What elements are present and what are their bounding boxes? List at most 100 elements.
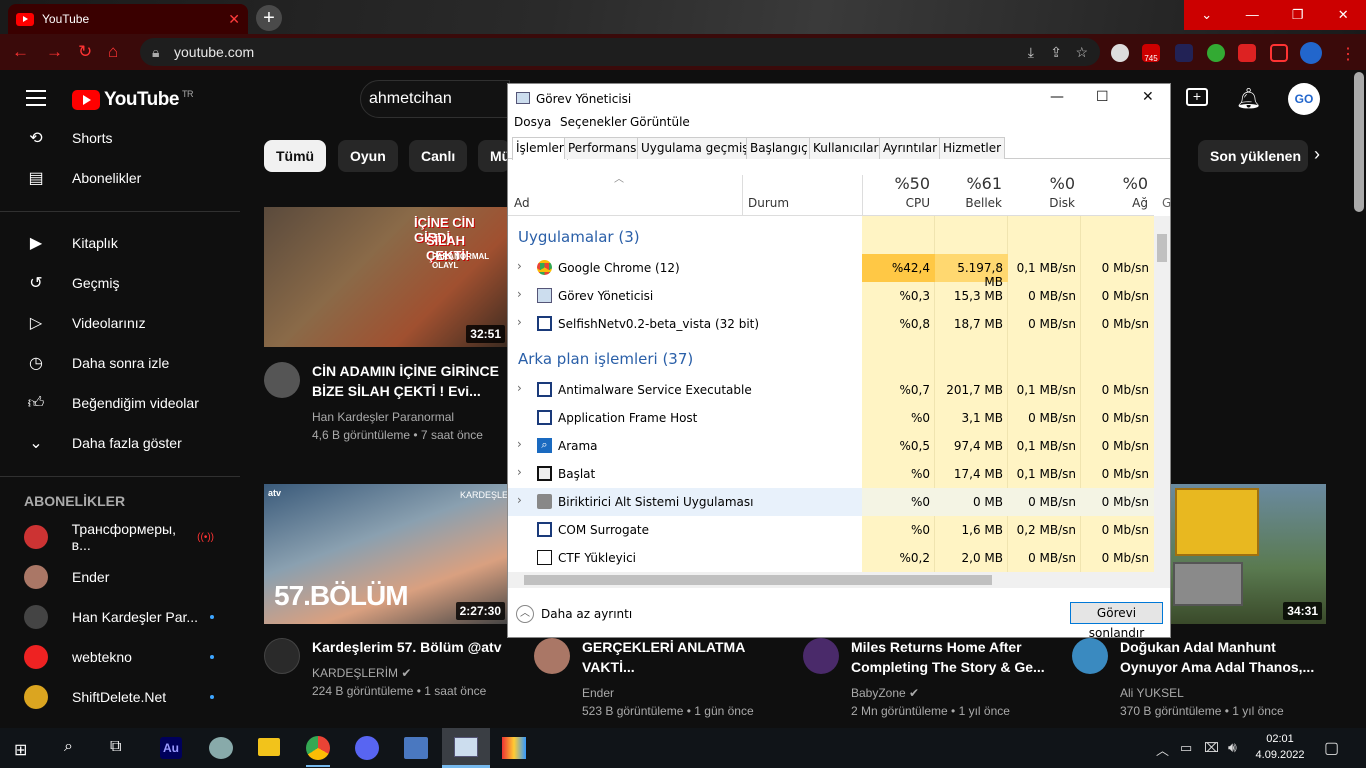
cpu-total[interactable]: %50	[866, 174, 930, 193]
channel-avatar[interactable]	[264, 638, 300, 674]
tab-users[interactable]: Kullanıcılar	[809, 137, 883, 159]
extension-ublock-icon[interactable]: 745	[1142, 44, 1160, 63]
extension-color-icon[interactable]	[1207, 44, 1225, 62]
sidebar-item-shorts[interactable]: ⟲ Shorts	[0, 118, 240, 158]
column-status[interactable]: Durum	[748, 196, 789, 210]
maximize-button[interactable]: ☐	[1096, 89, 1109, 105]
fewer-details-link[interactable]: Daha az ayrıntı	[541, 607, 632, 621]
tab-app-history[interactable]: Uygulama geçmişi	[637, 137, 756, 159]
menu-file[interactable]: Dosya	[514, 115, 551, 135]
extension-globe-icon[interactable]	[1111, 44, 1129, 62]
new-tab-button[interactable]: +	[256, 5, 282, 31]
collapse-details-icon[interactable]: ︿	[516, 605, 534, 623]
tab-processes[interactable]: İşlemler	[512, 137, 568, 160]
forward-icon[interactable]: →	[46, 42, 63, 62]
create-video-icon[interactable]: +	[1186, 88, 1208, 106]
home-icon[interactable]: ⌂	[108, 42, 118, 62]
close-tab-icon[interactable]: ✕	[228, 11, 240, 28]
chrome-taskbar-icon[interactable]	[306, 736, 330, 760]
expand-chevron-icon[interactable]: ›	[517, 465, 522, 479]
column-cpu[interactable]: CPU	[866, 196, 930, 210]
video-title-line2[interactable]: Oynuyor Ama Adal Thanos,...	[1120, 657, 1314, 677]
sidebar-item-liked[interactable]: 👍︎ Beğendiğim videolar	[0, 383, 240, 423]
youtube-logo[interactable]: YouTube TR	[72, 89, 193, 111]
close-button[interactable]: ✕	[1142, 89, 1154, 105]
show-hidden-icons[interactable]: ︿	[1156, 740, 1169, 759]
scrollbar-thumb[interactable]	[524, 575, 992, 585]
chip-recent[interactable]: Son yüklenen	[1198, 140, 1308, 172]
reload-icon[interactable]: ↻	[78, 42, 92, 62]
tab-services[interactable]: Hizmetler	[939, 137, 1006, 159]
video-title[interactable]: CİN ADAMIN İÇİNE GİRİNCE	[312, 361, 499, 381]
search-input[interactable]: ahmetcihan	[360, 80, 510, 118]
channel-avatar[interactable]	[534, 638, 570, 674]
windows-start-icon[interactable]: ⊞	[14, 740, 27, 760]
subscription-item[interactable]: Трансформеры, в... ((•))	[0, 517, 240, 557]
vertical-scrollbar[interactable]	[1154, 216, 1170, 572]
process-row[interactable]: Application Frame Host %0 3,1 MB 0 MB/sn…	[508, 404, 1154, 432]
account-avatar[interactable]: GO	[1288, 83, 1320, 115]
chrome-menu-icon[interactable]: ⋮	[1340, 44, 1356, 64]
subscription-item[interactable]: ShiftDelete.Net	[0, 677, 240, 717]
share-icon[interactable]: ⇪	[1050, 38, 1062, 66]
sidebar-item-library[interactable]: ▶ Kitaplık	[0, 223, 240, 263]
memory-total[interactable]: %61	[938, 174, 1002, 193]
bookmark-star-icon[interactable]: ☆	[1075, 38, 1088, 66]
column-disk[interactable]: Disk	[1011, 196, 1075, 210]
column-name[interactable]: Ad	[514, 196, 530, 210]
process-row[interactable]: › Google Chrome (12) %42,4 5.197,8 MB 0,…	[508, 254, 1154, 289]
process-row[interactable]: › Görev Yöneticisi %0,3 15,3 MB 0 MB/sn …	[508, 282, 1154, 310]
subscription-item[interactable]: Ender	[0, 557, 240, 597]
sidepanel-icon[interactable]	[1270, 44, 1288, 62]
column-memory[interactable]: Bellek	[938, 196, 1002, 210]
sidebar-item-your-videos[interactable]: ▷ Videolarınız	[0, 303, 240, 343]
column-network[interactable]: Ağ	[1084, 196, 1148, 210]
video-thumbnail[interactable]: atv KARDEŞLE 57.BÖLÜM 2:27:30	[264, 484, 509, 624]
video-title-line2[interactable]: BİZE SİLAH ÇEKTİ ! Evi...	[312, 381, 481, 401]
hamburger-menu-icon[interactable]	[26, 90, 46, 106]
channel-name[interactable]: BabyZone ✔	[851, 684, 919, 702]
chip-live[interactable]: Canlı	[409, 140, 468, 172]
channel-avatar[interactable]	[803, 638, 839, 674]
process-row[interactable]: COM Surrogate %0 1,6 MB 0,2 MB/sn 0 Mb/s…	[508, 516, 1154, 544]
chip-music[interactable]: Mü	[478, 140, 510, 172]
address-bar[interactable]: 🔒︎ youtube.com ⤓ ⇪ ☆	[140, 38, 1100, 66]
app-icon[interactable]	[502, 737, 526, 759]
channel-name[interactable]: Han Kardeşler Paranormal	[312, 408, 454, 426]
video-title[interactable]: GERÇEKLERİ ANLATMA	[582, 637, 745, 657]
video-title-line2[interactable]: VAKTİ...	[582, 657, 635, 677]
disk-total[interactable]: %0	[1011, 174, 1075, 193]
process-row[interactable]: › ⌕ Arama %0,5 97,4 MB 0,1 MB/sn 0 Mb/sn	[508, 432, 1154, 460]
menu-view[interactable]: Görüntüle	[630, 115, 690, 135]
file-explorer-icon[interactable]	[258, 738, 280, 756]
discord-icon[interactable]	[355, 736, 379, 760]
video-thumbnail[interactable]: İÇİNE CİN GİRDİ SİLAH ÇEKTİ! PARANORMAL …	[264, 207, 509, 347]
tab-search-icon[interactable]: ⌄	[1184, 0, 1230, 30]
channel-avatar[interactable]	[1072, 638, 1108, 674]
video-title-line2[interactable]: Completing The Story & Ge...	[851, 657, 1045, 677]
expand-chevron-icon[interactable]: ›	[517, 259, 522, 273]
battery-icon[interactable]: ▭	[1180, 740, 1192, 756]
expand-chevron-icon[interactable]: ›	[517, 437, 522, 451]
extension-search-icon[interactable]	[1175, 44, 1193, 62]
tab-startup[interactable]: Başlangıç	[746, 137, 812, 159]
expand-chevron-icon[interactable]: ›	[517, 287, 522, 301]
subscription-item[interactable]: Han Kardeşler Par...	[0, 597, 240, 637]
back-icon[interactable]: ←	[12, 42, 29, 62]
expand-chevron-icon[interactable]: ›	[517, 315, 522, 329]
close-window-button[interactable]: ✕	[1321, 0, 1366, 30]
task-manager-taskbar-button[interactable]	[442, 728, 490, 768]
notifications-icon[interactable]: ▢	[1324, 738, 1339, 758]
volume-icon[interactable]: 🔊︎	[1228, 739, 1237, 756]
process-row[interactable]: › Başlat %0 17,4 MB 0,1 MB/sn 0 Mb/sn	[508, 460, 1154, 488]
page-scrollbar[interactable]	[1354, 72, 1364, 212]
task-view-icon[interactable]: ⧉	[110, 738, 121, 756]
install-icon[interactable]: ⤓	[1028, 38, 1034, 66]
video-title[interactable]: Miles Returns Home After	[851, 637, 1022, 657]
horizontal-scrollbar[interactable]	[508, 572, 1170, 588]
search-icon[interactable]: ⌕	[64, 738, 73, 756]
channel-name[interactable]: Ender	[582, 684, 614, 702]
audition-app-icon[interactable]: Au	[160, 737, 182, 759]
app-icon[interactable]	[209, 737, 233, 759]
subscription-item[interactable]: webtekno	[0, 637, 240, 677]
